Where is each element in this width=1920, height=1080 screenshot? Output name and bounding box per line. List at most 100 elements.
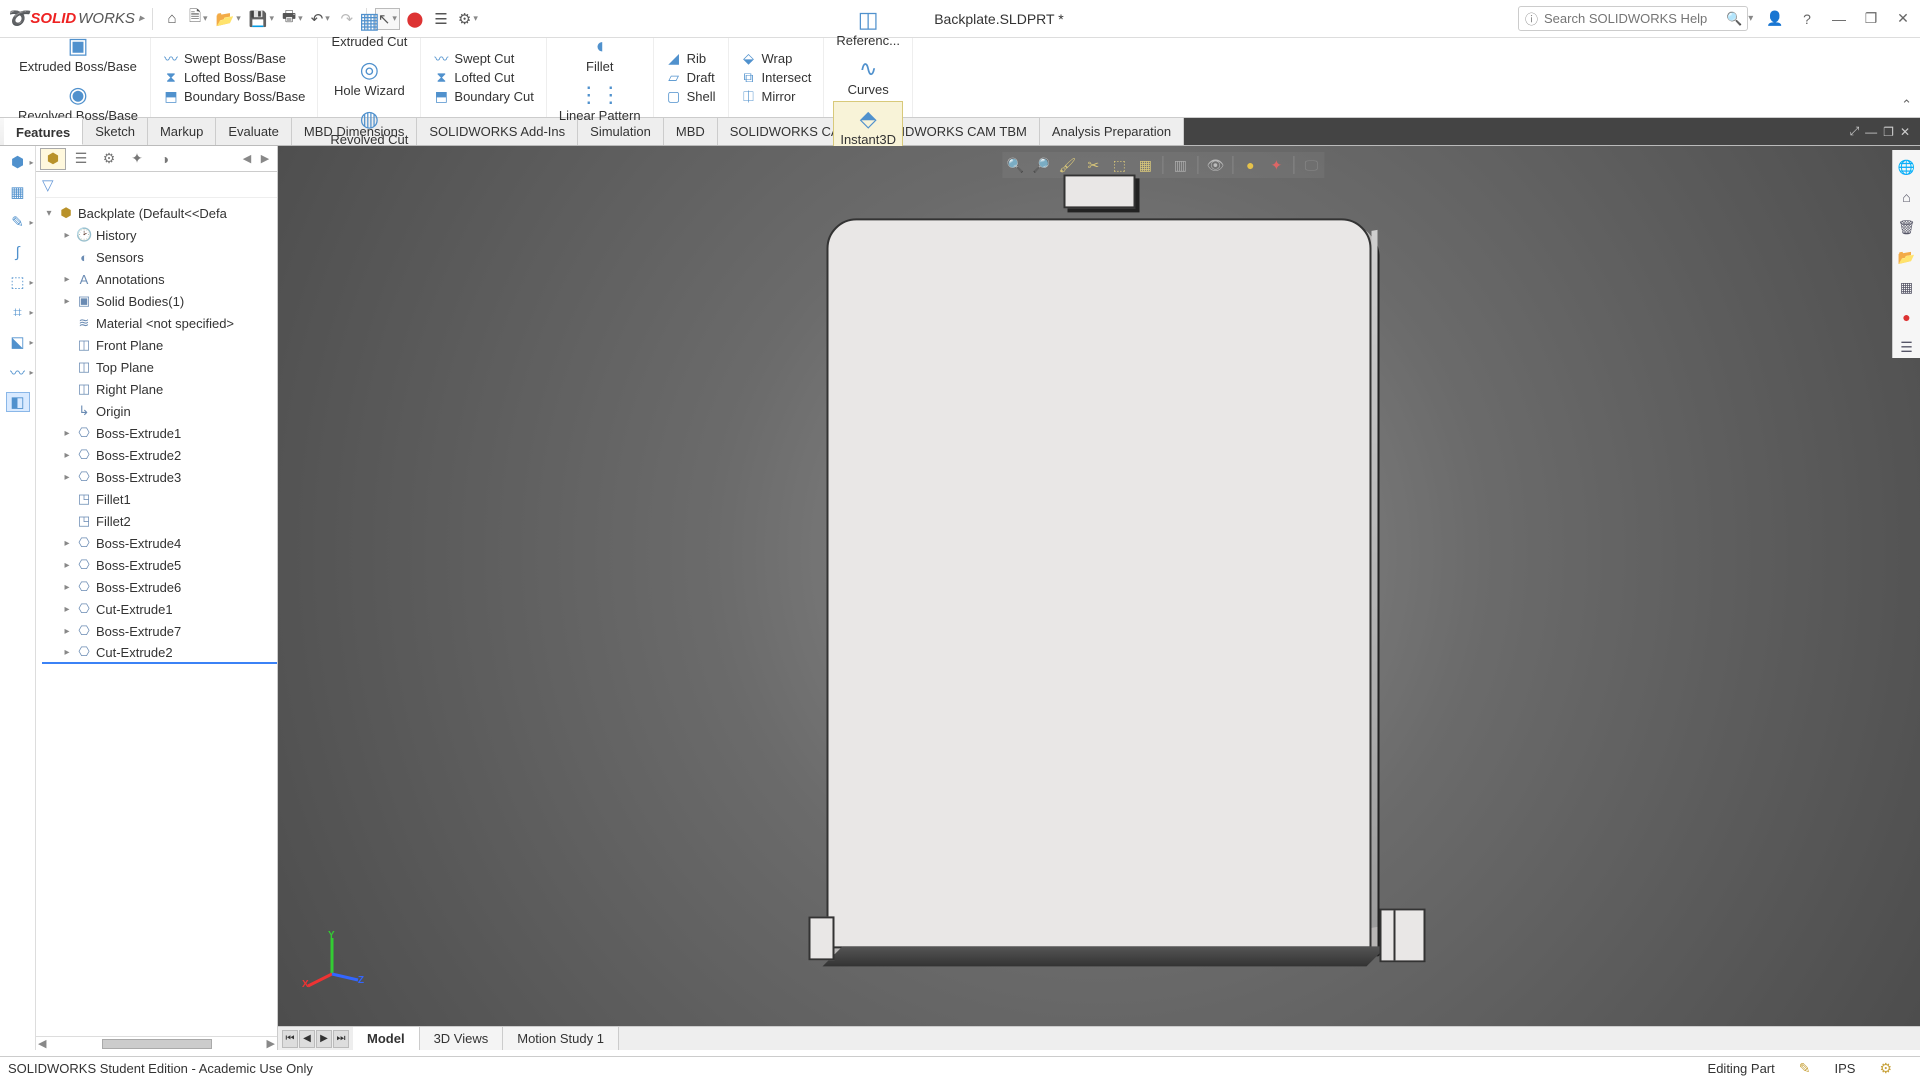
rail-mold-icon[interactable]: ⬕ (6, 332, 30, 352)
taskpane-explorer-icon[interactable]: 📂 (1896, 246, 1918, 268)
tree-item-front-plane[interactable]: ◫Front Plane (42, 334, 277, 356)
taskpane-appearance-icon[interactable]: ● (1896, 306, 1918, 328)
search-icon[interactable]: 🔍 (1726, 11, 1742, 27)
doc-ctrl-2[interactable]: ❐ (1883, 125, 1894, 139)
help-search[interactable]: ⓘ 🔍 ▾ (1518, 6, 1748, 31)
status-gear-icon[interactable]: ⚙ (1879, 1060, 1892, 1077)
extruded-cut-button[interactable]: ▦Extruded Cut (325, 4, 413, 53)
tree-item-right-plane[interactable]: ◫Right Plane (42, 378, 277, 400)
tree-item-cut-extrude2[interactable]: ▸⎔Cut-Extrude2 (42, 642, 277, 664)
mirror-button[interactable]: ⎅Mirror (741, 89, 812, 105)
linear-pattern-button[interactable]: ⋮⋮Linear Pattern (553, 78, 647, 127)
swept-cut-button[interactable]: 〰Swept Cut (433, 51, 534, 67)
taskpane-home-icon[interactable]: ⌂ (1896, 186, 1918, 208)
extruded-boss-button[interactable]: ▣Extruded Boss/Base (13, 29, 143, 78)
tree-item-history[interactable]: ▸🕑History (42, 224, 277, 246)
taskpane-props-icon[interactable]: ☰ (1896, 336, 1918, 358)
tree-item-solid-bodies-1-[interactable]: ▸▣Solid Bodies(1) (42, 290, 277, 312)
tree-tab-display[interactable]: ✦ (124, 148, 150, 170)
view-tab-motion-study-1[interactable]: Motion Study 1 (503, 1027, 619, 1050)
expand-icon[interactable]: ▸ (62, 604, 72, 615)
draft-button[interactable]: ▱Draft (666, 70, 716, 86)
swept-boss-button[interactable]: 〰Swept Boss/Base (163, 51, 305, 67)
tree-item-annotations[interactable]: ▸AAnnotations (42, 268, 277, 290)
rail-assembly-icon[interactable]: ⬢ (6, 152, 30, 172)
revolved-cut-button[interactable]: ◍Revolved Cut (324, 102, 414, 151)
tree-item-origin[interactable]: ↳Origin (42, 400, 277, 422)
expand-icon[interactable]: ▸ (62, 274, 72, 285)
brand-caret-icon[interactable]: ▸ (139, 13, 144, 24)
view-tab-3d-views[interactable]: 3D Views (420, 1027, 504, 1050)
lofted-boss-button[interactable]: ⧗Lofted Boss/Base (163, 70, 305, 86)
rib-button[interactable]: ◢Rib (666, 51, 716, 67)
appearance-icon[interactable]: ● (1239, 154, 1261, 176)
viewport[interactable]: 🔍 🔎 🖌 ✂ ⬚ ▦ ▥ 👁 ● ✦ 🖵 (278, 146, 1920, 1050)
tree-item-boss-extrude4[interactable]: ▸⎔Boss-Extrude4 (42, 532, 277, 554)
expand-icon[interactable]: ▸ (62, 230, 72, 241)
render-icon[interactable]: 🖵 (1300, 154, 1322, 176)
options-button[interactable]: ☰ (430, 8, 452, 30)
display-style-icon[interactable]: ▦ (1134, 154, 1156, 176)
collapse-ribbon-button[interactable]: ⌃ (1901, 97, 1912, 113)
user-icon[interactable]: 👤 (1764, 10, 1786, 27)
tree-item-cut-extrude1[interactable]: ▸⎔Cut-Extrude1 (42, 598, 277, 620)
save-button[interactable]: 💾 (247, 8, 276, 30)
rail-cube-icon[interactable]: ▦ (6, 182, 30, 202)
status-edit-icon[interactable]: ✎ (1799, 1060, 1811, 1077)
taskpane-library-icon[interactable]: 🗑 (1896, 216, 1918, 238)
btab-last[interactable]: ⏭ (333, 1030, 349, 1048)
tree-item-material-not-specified-[interactable]: ≋Material <not specified> (42, 312, 277, 334)
tree-tab-config[interactable]: ⚙ (96, 148, 122, 170)
wrap-button[interactable]: ⬙Wrap (741, 51, 812, 67)
view-tab-model[interactable]: Model (353, 1027, 420, 1050)
help-search-input[interactable] (1544, 11, 1720, 26)
tree-item-sensors[interactable]: ◐Sensors (42, 246, 277, 268)
close-button[interactable]: ✕ (1892, 10, 1914, 27)
taskpane-resources-icon[interactable]: 🌐 (1896, 156, 1918, 178)
tree-tab-feature[interactable]: ⬢ (40, 148, 66, 170)
btab-next[interactable]: ▶ (316, 1030, 332, 1048)
rail-sketch-icon[interactable]: ✎ (6, 212, 30, 232)
eye-icon[interactable]: 👁 (1204, 154, 1226, 176)
rail-selected-icon[interactable]: ◧ (6, 392, 30, 412)
tree-nav-prev[interactable]: ◀ (239, 152, 255, 165)
cmd-tab-features[interactable]: Features (4, 118, 83, 145)
rail-surface-icon[interactable]: 〰 (6, 362, 30, 382)
taskpane-viewpalette-icon[interactable]: ▦ (1896, 276, 1918, 298)
boundary-cut-button[interactable]: ⬒Boundary Cut (433, 89, 534, 105)
expand-icon[interactable]: ▸ (62, 560, 72, 571)
expand-icon[interactable]: ▸ (62, 472, 72, 483)
prev-view-icon[interactable]: 🖌 (1056, 154, 1078, 176)
filter-icon[interactable]: ▽ (42, 176, 54, 194)
rail-sheet-icon[interactable]: ⬚ (6, 272, 30, 292)
rail-curve-icon[interactable]: ∫ (6, 242, 30, 262)
tree-item-boss-extrude6[interactable]: ▸⎔Boss-Extrude6 (42, 576, 277, 598)
zoom-area-icon[interactable]: 🔎 (1030, 154, 1052, 176)
expand-icon[interactable]: ▸ (62, 428, 72, 439)
expand-icon[interactable]: ▸ (62, 626, 72, 637)
boundary-boss-button[interactable]: ⬒Boundary Boss/Base (163, 89, 305, 105)
tree-item-boss-extrude1[interactable]: ▸⎔Boss-Extrude1 (42, 422, 277, 444)
tree-nav-next[interactable]: ▶ (257, 152, 273, 165)
tree-item-boss-extrude7[interactable]: ▸⎔Boss-Extrude7 (42, 620, 277, 642)
rail-weldment-icon[interactable]: ⌗ (6, 302, 30, 322)
settings-button[interactable]: ⚙ (456, 8, 480, 30)
search-caret-icon[interactable]: ▾ (1748, 13, 1753, 24)
tree-item-top-plane[interactable]: ◫Top Plane (42, 356, 277, 378)
tree-root[interactable]: ▾ ⬢ Backplate (Default<<Defa (42, 202, 277, 224)
hole-wizard-button[interactable]: ◎Hole Wizard (328, 53, 411, 102)
shell-button[interactable]: ▢Shell (666, 89, 716, 105)
tree-item-fillet1[interactable]: ◳Fillet1 (42, 488, 277, 510)
tree-hscroll[interactable]: ◀▶ (36, 1036, 277, 1050)
expand-icon[interactable]: ▸ (62, 538, 72, 549)
tree-tab-property[interactable]: ☰ (68, 148, 94, 170)
home-icon[interactable]: ⌂ (161, 8, 183, 30)
cmd-tab-mbd[interactable]: MBD (664, 118, 718, 145)
view-orient-icon[interactable]: ⬚ (1108, 154, 1130, 176)
scene-icon[interactable]: ✦ (1265, 154, 1287, 176)
new-doc-button[interactable]: 🗎 (187, 8, 210, 30)
restore-button[interactable]: ❐ (1860, 10, 1882, 27)
tree-item-fillet2[interactable]: ◳Fillet2 (42, 510, 277, 532)
expand-icon[interactable]: ▾ (44, 208, 54, 219)
open-doc-button[interactable]: 📂 (214, 8, 243, 30)
